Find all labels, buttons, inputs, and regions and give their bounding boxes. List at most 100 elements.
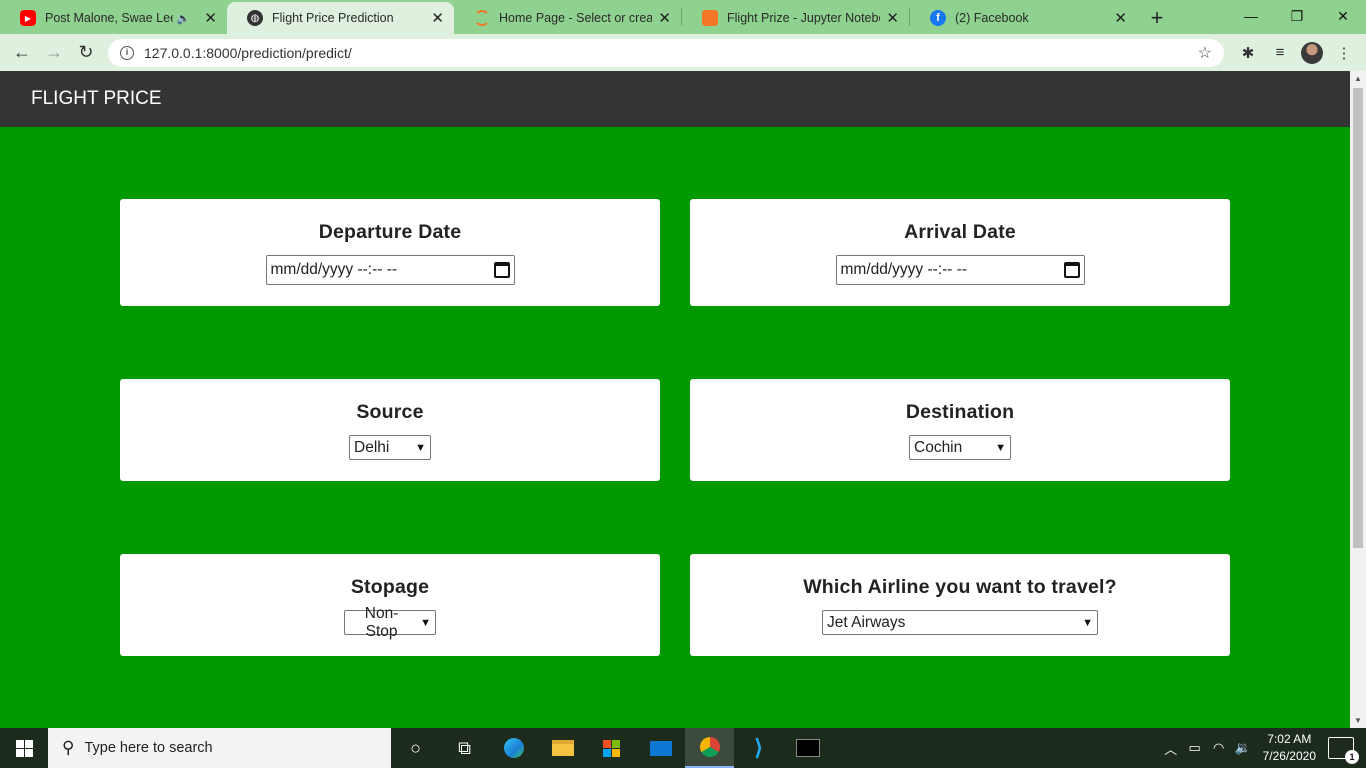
cortana-icon[interactable]: ○ [391,728,440,768]
address-bar[interactable]: i 127.0.0.1:8000/prediction/predict/ ☆ [108,38,1224,67]
browser-tab-strip: ▶ Post Malone, Swae Lee - S 🔈 ✕ ◍ Flight… [0,0,1366,34]
facebook-icon: f [930,10,946,26]
clock[interactable]: 7:02 AM 7/26/2020 [1263,731,1316,765]
vscode-icon[interactable]: ⟩ [734,728,783,768]
departure-label: Departure Date [318,221,462,243]
notebook-icon [702,10,718,26]
menu-icon[interactable]: ⋮ [1328,37,1360,69]
chevron-down-icon: ▼ [420,616,431,629]
edge-icon[interactable] [489,728,538,768]
chevron-down-icon: ▼ [415,441,426,454]
url-text[interactable]: 127.0.0.1:8000/prediction/predict/ [144,45,1198,61]
airline-select[interactable]: Jet Airways ▼ [822,610,1098,635]
arrival-label: Arrival Date [904,221,1016,243]
chevron-down-icon: ▼ [995,441,1006,454]
tab-jupyter-home[interactable]: Home Page - Select or create a ✕ [454,2,681,34]
tab-title: Home Page - Select or create a [499,11,653,25]
browser-toolbar: ← → ↻ i 127.0.0.1:8000/prediction/predic… [0,34,1366,71]
volume-icon[interactable]: 🔉 [1231,740,1255,756]
notification-icon[interactable]: 1 [1328,737,1359,764]
speaker-icon[interactable]: 🔈 [177,12,191,25]
taskbar-search[interactable]: ⚲ Type here to search [48,728,391,768]
departure-card: Departure Date mm/dd/yyyy --:-- -- [120,199,660,306]
calendar-icon[interactable] [1063,262,1080,278]
arrival-date-input[interactable]: mm/dd/yyyy --:-- -- [835,255,1085,285]
tab-title: Flight Prize - Jupyter Notebook [727,11,880,25]
tab-title: Flight Price Prediction [272,11,394,25]
tab-title: Post Malone, Swae Lee - S [45,11,173,25]
windows-taskbar: ⚲ Type here to search ○ ⧉ ⟩ ︿ ▭ ◠ 🔉 7:02… [0,728,1366,768]
destination-select[interactable]: Cochin ▼ [909,435,1011,460]
restore-icon[interactable]: ❐ [1274,0,1320,32]
clock-date: 7/26/2020 [1262,749,1316,763]
new-tab-button[interactable]: + [1137,2,1177,34]
globe-icon: ◍ [247,10,263,26]
mail-icon[interactable] [636,728,685,768]
site-info-icon[interactable]: i [120,45,134,60]
airline-label: Which Airline you want to travel? [803,576,1117,598]
wifi-icon[interactable]: ◠ [1207,740,1231,756]
date-placeholder: mm/dd/yyyy --:-- -- [840,261,968,278]
tab-title: (2) Facebook [955,11,1029,25]
extensions-icon[interactable]: ✱ [1232,37,1264,69]
tab-facebook[interactable]: f (2) Facebook ✕ [910,2,1137,34]
scrollbar-thumb[interactable] [1353,88,1363,548]
scroll-down-icon[interactable]: ▼ [1354,716,1362,725]
source-label: Source [356,401,424,423]
close-tab-icon[interactable]: ✕ [431,9,444,27]
avatar [1301,41,1323,64]
site-navbar: FLIGHT PRICE [0,71,1350,127]
stopage-card: Stopage Non-Stop ▼ [120,554,660,656]
stopage-select[interactable]: Non-Stop ▼ [344,605,436,640]
source-select[interactable]: Delhi ▼ [349,435,431,460]
file-explorer-icon[interactable] [538,728,587,768]
web-page: FLIGHT PRICE Departure Date mm/dd/yyyy -… [0,71,1350,728]
date-placeholder: mm/dd/yyyy --:-- -- [270,261,398,278]
media-control-icon[interactable]: ≡ [1264,37,1296,69]
source-card: Source Delhi ▼ [120,379,660,481]
forward-button[interactable]: → [38,37,70,69]
destination-value: Cochin [914,438,963,456]
airline-card: Which Airline you want to travel? Jet Ai… [690,554,1230,656]
close-tab-icon[interactable]: ✕ [204,9,217,27]
jupyter-icon [474,10,490,26]
departure-date-input[interactable]: mm/dd/yyyy --:-- -- [265,255,515,285]
airline-value: Jet Airways [827,613,906,631]
store-icon[interactable] [587,728,636,768]
destination-label: Destination [905,401,1015,423]
tab-flight-price-prediction[interactable]: ◍ Flight Price Prediction ✕ [227,2,454,34]
arrival-card: Arrival Date mm/dd/yyyy --:-- -- [690,199,1230,306]
profile-button[interactable] [1296,37,1328,69]
terminal-icon[interactable] [783,728,832,768]
notification-count-badge: 1 [1345,750,1359,764]
minimize-icon[interactable]: — [1228,0,1274,32]
window-controls: — ❐ ✕ [1228,0,1366,32]
stopage-value: Non-Stop [364,604,399,640]
battery-icon[interactable]: ▭ [1183,740,1207,756]
brand-title[interactable]: FLIGHT PRICE [31,88,162,110]
search-placeholder: Type here to search [84,740,213,756]
source-value: Delhi [354,438,390,456]
close-tab-icon[interactable]: ✕ [886,9,899,27]
task-view-icon[interactable]: ⧉ [440,728,489,768]
clock-time: 7:02 AM [1267,732,1312,746]
back-button[interactable]: ← [6,37,38,69]
tab-youtube[interactable]: ▶ Post Malone, Swae Lee - S 🔈 ✕ [0,2,227,34]
system-tray: ︿ ▭ ◠ 🔉 7:02 AM 7/26/2020 1 [1159,728,1366,768]
destination-card: Destination Cochin ▼ [690,379,1230,481]
bookmark-star-icon[interactable]: ☆ [1198,43,1212,63]
chevron-up-icon[interactable]: ︿ [1159,739,1183,758]
close-tab-icon[interactable]: ✕ [658,9,671,27]
page-scrollbar[interactable]: ▲ ▼ [1350,71,1366,728]
reload-button[interactable]: ↻ [70,37,102,69]
tab-jupyter-notebook[interactable]: Flight Prize - Jupyter Notebook ✕ [682,2,909,34]
chrome-icon[interactable] [685,728,734,768]
scroll-up-icon[interactable]: ▲ [1354,74,1362,83]
windows-logo-icon [15,739,33,757]
calendar-icon[interactable] [493,262,510,278]
close-tab-icon[interactable]: ✕ [1114,9,1127,27]
close-window-icon[interactable]: ✕ [1320,0,1366,32]
start-button[interactable] [0,728,48,768]
search-icon: ⚲ [62,738,75,757]
stopage-label: Stopage [350,576,430,598]
